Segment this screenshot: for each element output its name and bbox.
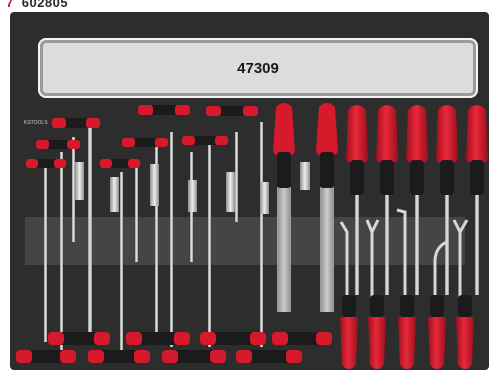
tools-illustration xyxy=(16,103,488,369)
screwdriver-set-upper xyxy=(346,105,488,295)
tool-tray: 47309 KSTOOLS xyxy=(10,12,489,370)
file-set xyxy=(273,103,338,312)
header-article-number: 602805 xyxy=(21,0,69,10)
screwdriver-set-lower xyxy=(340,295,474,369)
header-code: 7 602805 xyxy=(6,0,69,10)
header-marker: 7 xyxy=(6,0,14,10)
